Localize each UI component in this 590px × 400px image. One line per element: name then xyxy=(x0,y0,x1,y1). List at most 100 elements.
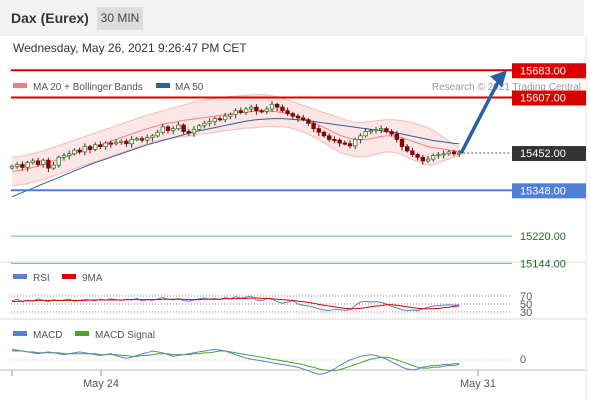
candle-body xyxy=(347,143,353,147)
candle-body xyxy=(170,128,176,131)
candle-body xyxy=(410,150,415,155)
candle-body xyxy=(394,133,399,140)
candle-body xyxy=(243,108,249,113)
support-label: 15348.00 xyxy=(520,185,566,197)
candle-body xyxy=(165,126,171,131)
candle-body xyxy=(321,131,327,137)
candle-body xyxy=(326,135,332,140)
candle-body xyxy=(285,110,290,115)
candle-body xyxy=(82,146,87,153)
price-chart: MA 20 + Bollinger Bands MA 50 Research © 2… xyxy=(0,36,587,400)
candle-body xyxy=(311,122,316,130)
candle-body xyxy=(67,153,72,156)
candle-body xyxy=(316,128,321,133)
x-tick-label: May 24 xyxy=(83,378,119,390)
candle-body xyxy=(160,126,165,133)
candle-body xyxy=(181,124,186,132)
candle-body xyxy=(217,118,223,121)
candle-body xyxy=(119,140,124,143)
rsi-legend-swatch xyxy=(13,274,27,279)
candle-body xyxy=(46,159,51,169)
candle-body xyxy=(9,165,15,169)
candle-body xyxy=(415,154,420,158)
rsi-line xyxy=(11,295,460,312)
rsi-ma-legend-swatch xyxy=(62,274,76,279)
candle-body xyxy=(98,144,103,147)
candle-body xyxy=(108,142,113,145)
candle-body xyxy=(139,138,145,141)
candle-body xyxy=(238,110,243,113)
candle-body xyxy=(207,121,212,124)
macd-legend-swatch xyxy=(13,331,27,336)
candle-body xyxy=(290,113,295,117)
candle-body xyxy=(129,139,134,145)
candle-body xyxy=(155,131,160,137)
candle-body xyxy=(451,151,457,155)
ma50-legend-swatch xyxy=(156,83,170,88)
candle-body xyxy=(186,131,191,134)
candle-body xyxy=(332,139,337,142)
rsi-legend-label: RSI xyxy=(33,273,50,284)
candle-body xyxy=(134,138,139,141)
candle-body xyxy=(14,164,20,167)
candle-body xyxy=(35,160,41,165)
candle-body xyxy=(144,137,150,141)
candle-body xyxy=(404,146,410,152)
ma50-legend-label: MA 50 xyxy=(175,82,204,93)
candle-body xyxy=(274,103,280,108)
candle-body xyxy=(295,115,301,119)
rsi-ma-legend-label: 9MA xyxy=(82,273,103,284)
candle-body xyxy=(228,113,233,117)
candle-body xyxy=(61,155,67,158)
candle-body xyxy=(176,124,181,130)
candle-body xyxy=(233,110,238,115)
current-price-label: 15452.00 xyxy=(520,148,566,160)
ma20-legend-label: MA 20 + Bollinger Bands xyxy=(33,82,143,93)
candle-body xyxy=(358,135,363,140)
target-label: 15220.00 xyxy=(520,231,566,243)
x-tick-label: May 31 xyxy=(460,378,496,390)
candle-body xyxy=(191,128,197,134)
candle-body xyxy=(264,108,269,112)
rsi-ma-line xyxy=(11,297,460,310)
candle-body xyxy=(389,131,394,135)
candle-body xyxy=(342,142,347,145)
candle-body xyxy=(254,106,259,112)
macd-zero-label: 0 xyxy=(520,354,526,366)
candle-body xyxy=(103,142,108,147)
macd-signal-legend-label: MACD Signal xyxy=(95,330,155,341)
candle-body xyxy=(248,106,254,110)
candle-body xyxy=(72,149,77,155)
candle-body xyxy=(51,164,56,169)
candle-body xyxy=(425,158,431,162)
candle-body xyxy=(399,139,405,147)
macd-legend-label: MACD xyxy=(33,330,62,341)
candle-body xyxy=(352,139,358,147)
candle-body xyxy=(87,146,93,150)
target-label: 15144.00 xyxy=(520,258,566,270)
candle-body xyxy=(441,153,446,156)
candle-body xyxy=(30,160,35,164)
candle-body xyxy=(430,155,436,160)
candle-body xyxy=(337,139,342,144)
candle-body xyxy=(269,103,275,110)
candle-body xyxy=(378,128,384,131)
candle-body xyxy=(202,122,207,127)
candle-body xyxy=(446,151,451,155)
macd-signal-line xyxy=(12,350,460,372)
candle-body xyxy=(300,117,306,121)
candle-body xyxy=(373,128,379,131)
candle-body xyxy=(25,162,30,168)
candle-body xyxy=(436,154,441,157)
candle-body xyxy=(306,119,311,124)
candle-body xyxy=(196,125,202,130)
candle-body xyxy=(222,115,228,121)
candle-body xyxy=(77,149,82,153)
resistance-label: 15607.00 xyxy=(520,92,566,104)
candle-body xyxy=(212,118,217,122)
candle-body xyxy=(384,128,389,132)
candle-body xyxy=(280,106,285,112)
candle-body xyxy=(124,140,129,145)
candle-body xyxy=(368,130,373,133)
candle-body xyxy=(41,159,46,165)
